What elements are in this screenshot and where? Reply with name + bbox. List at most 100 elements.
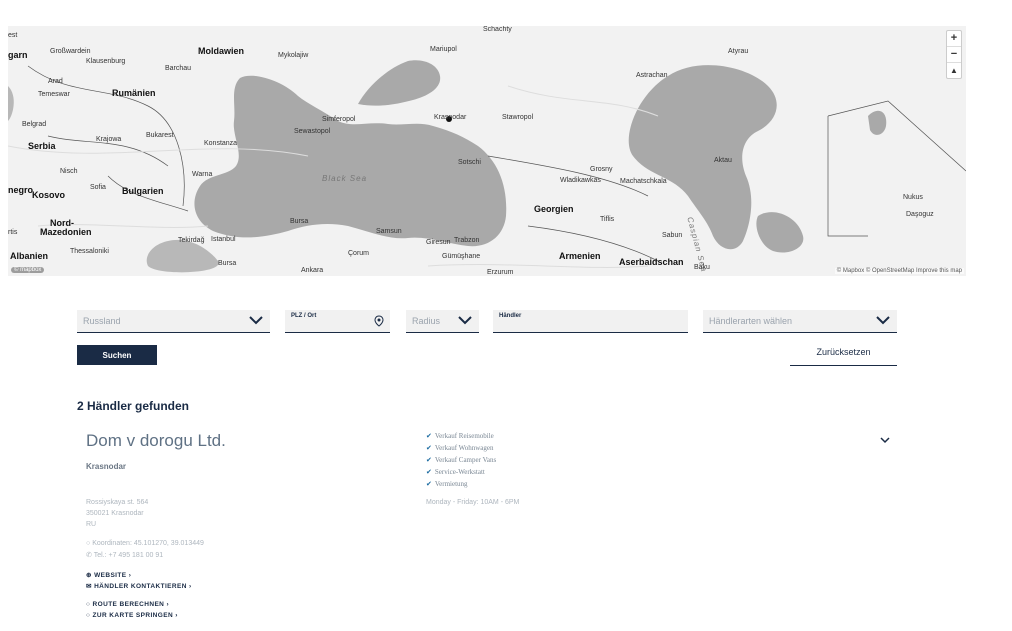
map-label-sea: Black Sea: [322, 174, 368, 183]
feature-item: ✔ Verkauf Reisemobile: [426, 432, 494, 440]
aegean-shape: [146, 239, 219, 273]
results-count: 2 Händler gefunden: [77, 399, 190, 413]
search-button[interactable]: Suchen: [77, 345, 157, 365]
website-link-label: WEBSITE: [94, 572, 127, 579]
contact-dealer-link[interactable]: ✉ HÄNDLER KONTAKTIEREN ›: [86, 582, 192, 590]
map-label-city: Çorum: [348, 250, 370, 257]
haendler-field[interactable]: Händler: [493, 310, 688, 333]
map-label-city: Nisch: [60, 168, 78, 175]
map-label-city: Gümüşhane: [442, 253, 481, 260]
location-pin-icon: ○: [86, 540, 91, 547]
map-label-country: Bulgarien: [122, 186, 164, 196]
aral-sea-shape: [868, 110, 887, 135]
route-link-label: ROUTE BERECHNEN: [92, 601, 165, 608]
contact-link-label: HÄNDLER KONTAKTIEREN: [94, 583, 187, 590]
check-icon: ✔: [426, 468, 432, 476]
map-label-city: Istanbul: [211, 236, 236, 243]
map-label-city: Konstanza: [204, 140, 238, 147]
map-label-city: Großwardein: [50, 48, 91, 55]
compass-button[interactable]: ▲: [947, 63, 961, 78]
map-label-country: Rumänien: [112, 88, 156, 98]
map-link-label: ZUR KARTE SPRINGEN: [92, 612, 174, 619]
location-pin-icon: ○: [86, 612, 91, 619]
map-label-city: Tekirdağ: [178, 237, 205, 244]
map-label-city: Bursa: [290, 218, 309, 225]
check-icon: ✔: [426, 432, 432, 440]
coordinates-text: Koordinaten: 45.101270, 39.013449: [92, 540, 204, 547]
map-label-city: Belgrad: [22, 121, 47, 128]
map-label-city: Baku: [694, 264, 710, 271]
map-label-city: Sofia: [90, 184, 106, 191]
location-pin-icon[interactable]: [374, 315, 384, 327]
zoom-in-button[interactable]: +: [947, 31, 961, 47]
map-label-country: Georgien: [534, 204, 574, 214]
map-label-city: Aktau: [714, 157, 732, 164]
chevron-down-icon: [249, 316, 263, 325]
check-icon: ✔: [426, 480, 432, 488]
mapbox-logo[interactable]: © mapbox: [11, 267, 45, 273]
dealer-address-line: 350021 Krasnodar: [86, 510, 144, 517]
check-icon: ✔: [426, 456, 432, 464]
phone-icon: ✆: [86, 552, 92, 559]
dealer-city: Krasnodar: [86, 462, 127, 471]
reset-link[interactable]: Zurücksetzen: [790, 345, 897, 366]
dealer-types-select[interactable]: Händlerarten wählen: [703, 310, 897, 333]
map-label-country: garn: [8, 50, 28, 60]
dealer-address-line: Rossiyskaya st. 564: [86, 499, 149, 506]
mail-icon: ✉: [86, 583, 92, 590]
country-select[interactable]: Russland: [77, 310, 270, 333]
chevron-right-icon: ›: [128, 572, 132, 579]
map-label-city: Barchau: [165, 65, 192, 72]
map-label-country: Armenien: [559, 251, 601, 261]
map-label-city: Klausenburg: [86, 58, 126, 65]
lake-shape: [756, 212, 804, 253]
map-label-city: Ankara: [301, 267, 324, 274]
plz-field[interactable]: PLZ / Ort: [285, 310, 390, 333]
map-label-city: Astrachan: [636, 72, 668, 79]
map-label-country: negro: [8, 185, 34, 195]
map-label-city: Schachty: [483, 26, 512, 33]
map-label-city: Krajowa: [96, 136, 122, 143]
route-link[interactable]: ○ ROUTE BERECHNEN ›: [86, 601, 169, 608]
map-label-city: Bukarest: [146, 132, 174, 139]
feature-item: ✔ Service-Werkstatt: [426, 468, 485, 476]
map-label-city: Simferopol: [322, 116, 356, 123]
map-label-city: Samsun: [376, 228, 402, 235]
chevron-down-icon[interactable]: [879, 435, 891, 445]
map-label-city: Krasnodar: [434, 114, 467, 121]
haendler-label: Händler: [499, 313, 522, 319]
radius-select[interactable]: Radius: [406, 310, 479, 333]
map-label-city: Atyrau: [728, 48, 749, 55]
chevron-right-icon: ›: [175, 612, 178, 619]
map-label-city: Giresun: [426, 239, 451, 246]
feature-item: ✔ Verkauf Wohnwagen: [426, 444, 494, 452]
dealer-name: Dom v dorogu Ltd.: [86, 431, 226, 450]
map-label-city: Mariupol: [430, 46, 457, 53]
country-select-value: Russland: [83, 316, 121, 326]
zoom-out-button[interactable]: −: [947, 47, 961, 63]
map-label-city: Machatschkala: [620, 178, 667, 185]
azov-sea-shape: [358, 60, 441, 106]
map-label-city: Stawropol: [502, 114, 534, 121]
location-pin-icon: ○: [86, 601, 91, 608]
radius-select-value: Radius: [412, 316, 441, 326]
map-label-country: Serbia: [28, 141, 56, 151]
map-label-city: Tiflis: [600, 216, 615, 223]
check-icon: ✔: [426, 444, 432, 452]
map-label-city: Erzurum: [487, 269, 514, 276]
map-label-city: Sewastopol: [294, 128, 331, 135]
map-label-country: Moldawien: [198, 46, 245, 56]
map-label-country: Kosovo: [32, 190, 66, 200]
map-label-country: Aserbaidschan: [619, 257, 684, 267]
map-label-city: Daşoguz: [906, 211, 934, 218]
jump-to-map-link[interactable]: ○ ZUR KARTE SPRINGEN ›: [86, 612, 178, 619]
dealer-map[interactable]: est Schachty Moldawien Mykolajiw Mariupo…: [8, 26, 966, 276]
plz-label: PLZ / Ort: [291, 313, 317, 319]
map-label-city: rtis: [8, 229, 18, 236]
feature-item: ✔ Vermietung: [426, 480, 468, 488]
dealer-address-line: RU: [86, 521, 97, 528]
map-attribution[interactable]: © Mapbox © OpenStreetMap Improve this ma…: [834, 268, 964, 274]
chevron-right-icon: ›: [189, 583, 192, 590]
website-link[interactable]: ⊕ WEBSITE ›: [86, 571, 131, 579]
dealer-types-value: Händlerarten wählen: [709, 316, 793, 326]
